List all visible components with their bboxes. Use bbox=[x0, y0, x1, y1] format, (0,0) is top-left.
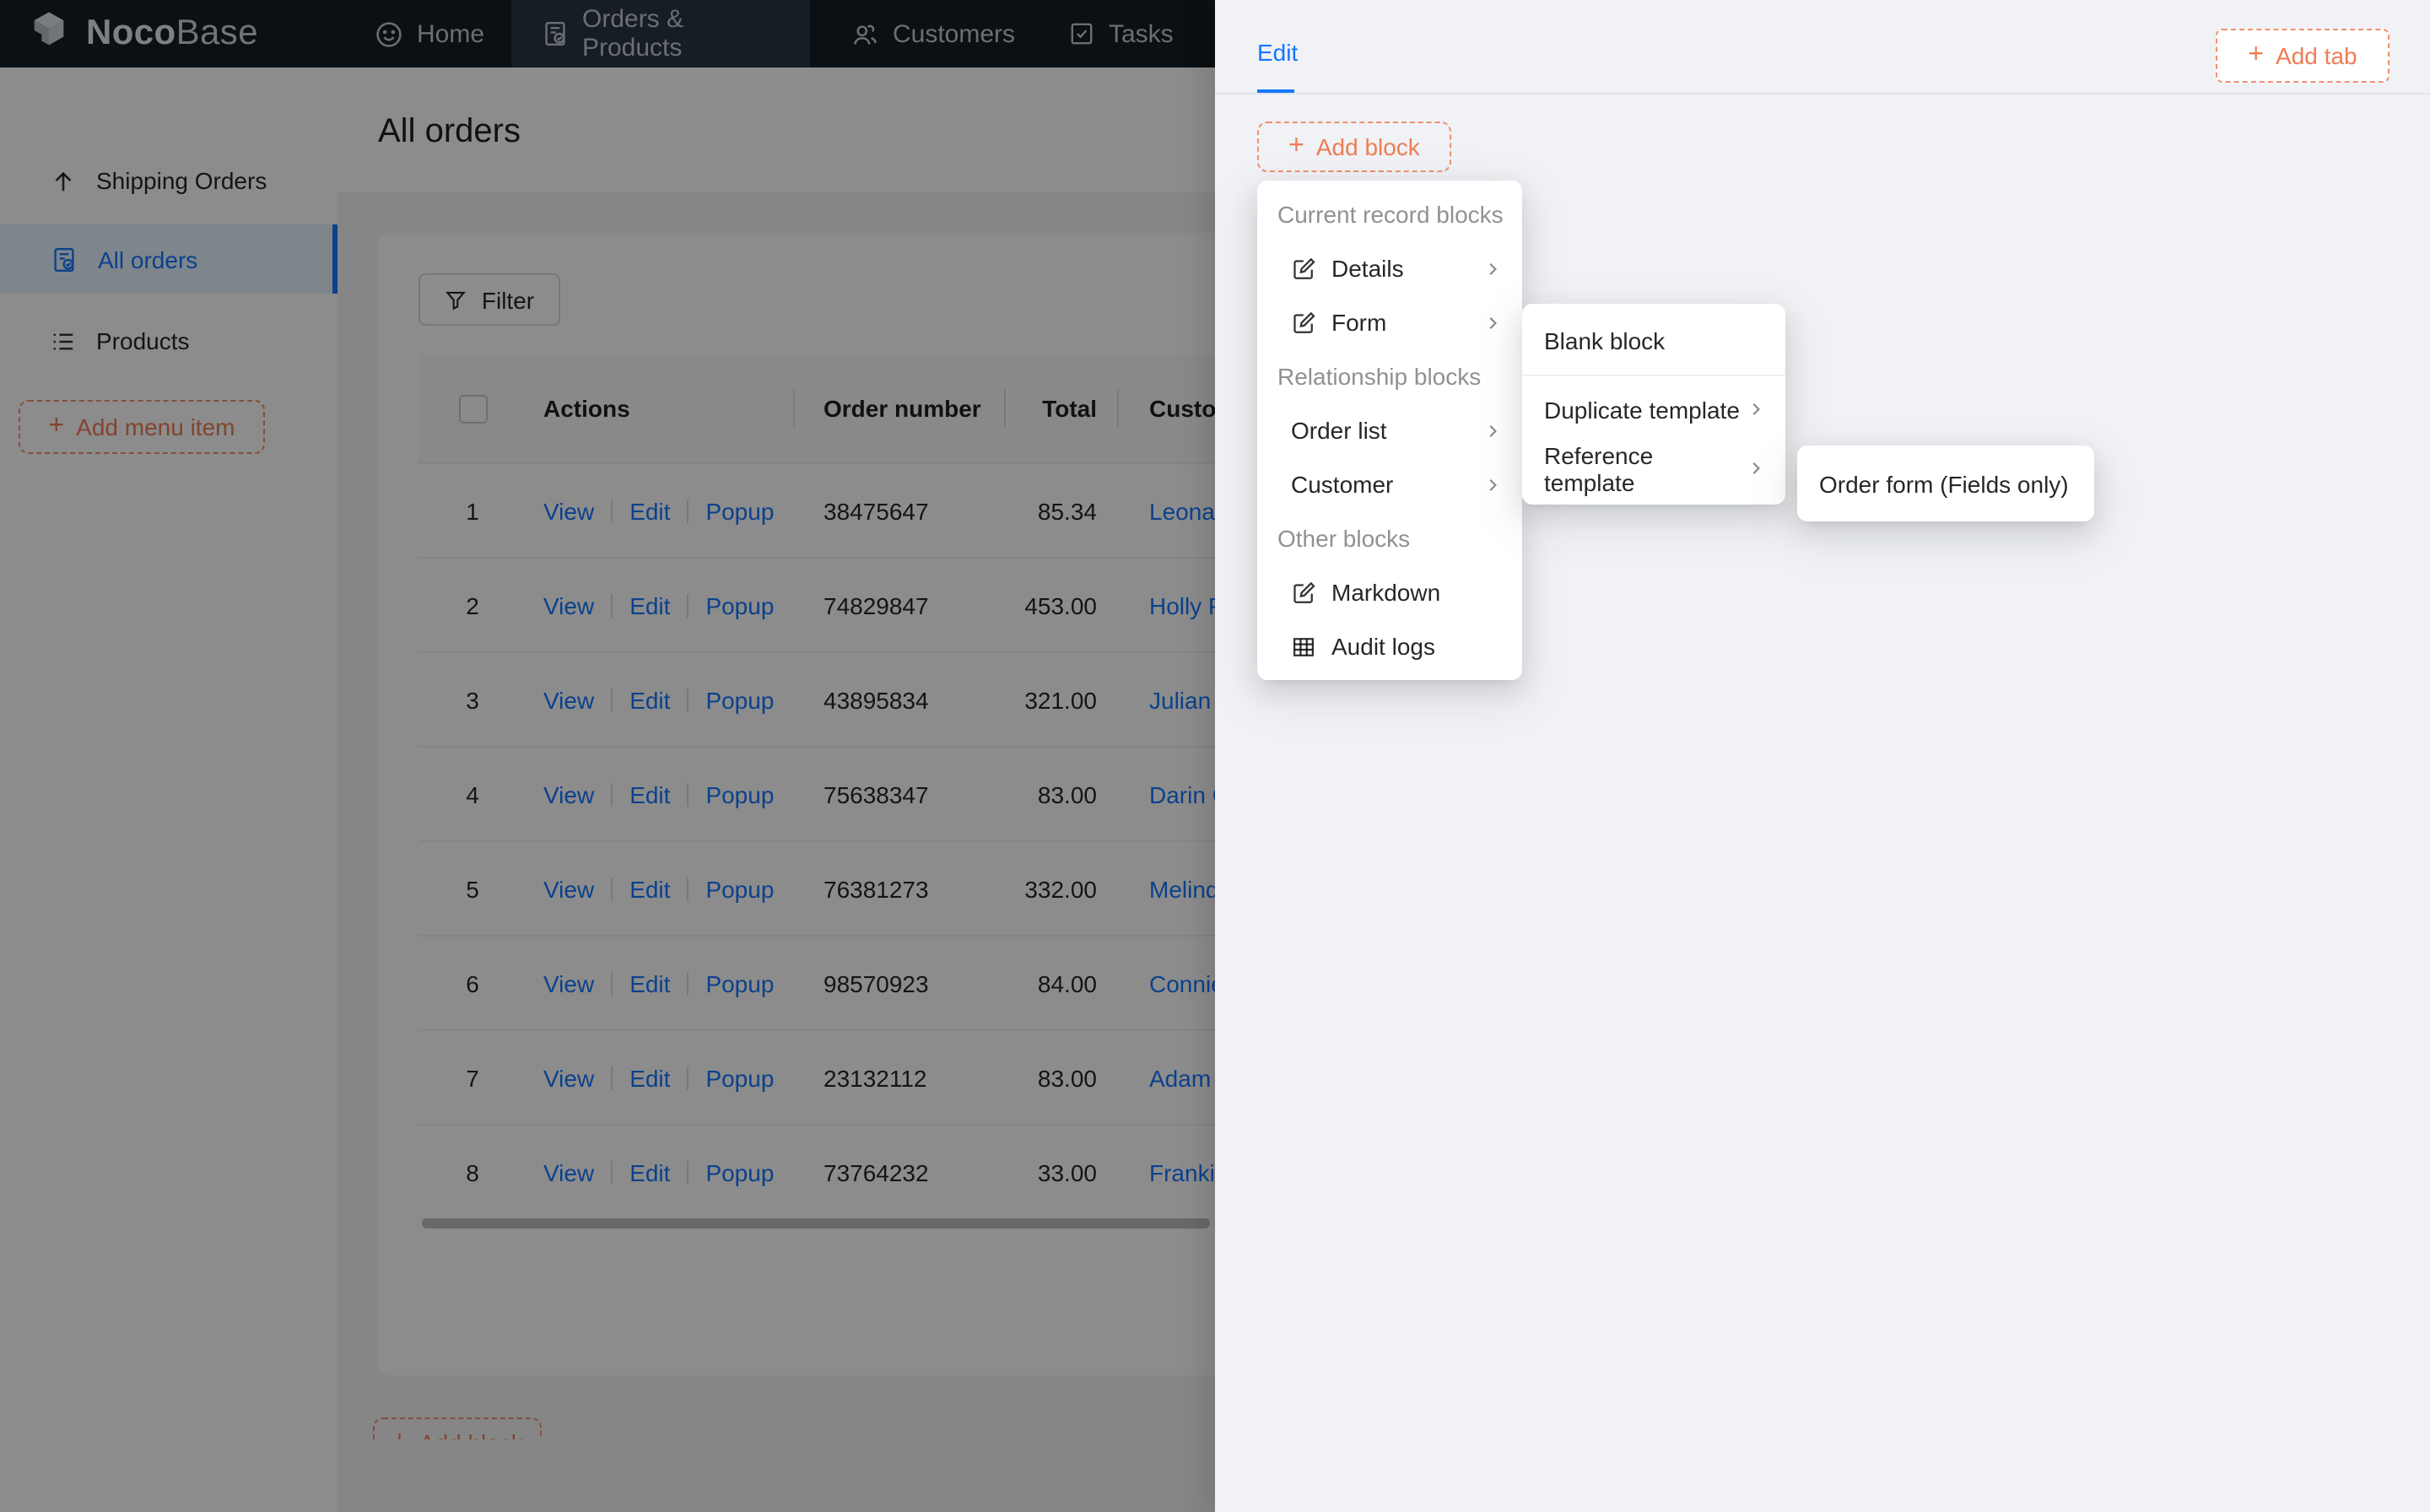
menu-item-label: Markdown bbox=[1331, 579, 1441, 606]
menu-item-label: Reference template bbox=[1544, 441, 1654, 495]
chevron-right-icon bbox=[1483, 259, 1502, 278]
menu-item-form[interactable]: Form bbox=[1257, 295, 1522, 349]
plus-icon: + bbox=[2248, 40, 2265, 69]
menu-group-label: Other blocks bbox=[1277, 525, 1411, 552]
edit-square-icon bbox=[1291, 256, 1316, 281]
menu-item-reference-template[interactable]: Reference template bbox=[1522, 439, 1785, 498]
add-block-label: Add block bbox=[1315, 133, 1420, 160]
plus-icon: + bbox=[1288, 132, 1304, 160]
menu-item-blank-block[interactable]: Blank block bbox=[1522, 310, 1785, 371]
menu-item-label: Order list bbox=[1291, 417, 1387, 444]
menu-item-label: Order form (Fields only) bbox=[1819, 470, 2069, 497]
menu-group-label: Current record blocks bbox=[1277, 201, 1504, 228]
tabs-divider bbox=[1215, 93, 2430, 94]
table-grid-icon bbox=[1291, 634, 1316, 659]
menu-item-label: Blank block bbox=[1544, 327, 1666, 354]
chevron-right-icon bbox=[1747, 459, 1765, 478]
menu-item-details[interactable]: Details bbox=[1257, 241, 1522, 295]
menu-group-label: Relationship blocks bbox=[1277, 363, 1482, 390]
add-tab-label: Add tab bbox=[2276, 42, 2357, 69]
menu-item-label: Audit logs bbox=[1331, 633, 1435, 660]
menu-item-duplicate-template[interactable]: Duplicate template bbox=[1522, 380, 1785, 439]
chevron-right-icon bbox=[1747, 400, 1765, 418]
menu-item-label: Form bbox=[1331, 309, 1387, 336]
edit-square-icon bbox=[1291, 580, 1316, 605]
add-tab-button[interactable]: + Add tab bbox=[2216, 29, 2390, 83]
menu-item-label: Duplicate template bbox=[1544, 396, 1740, 423]
menu-item-label: Details bbox=[1331, 255, 1404, 282]
chevron-right-icon bbox=[1483, 313, 1502, 332]
tab-edit[interactable]: Edit bbox=[1257, 39, 1298, 66]
reference-template-submenu: Order form (Fields only) bbox=[1797, 446, 2094, 521]
chevron-right-icon bbox=[1483, 475, 1502, 494]
app-root: NocoBase Home Orders & Products Customer… bbox=[0, 0, 2430, 1512]
menu-item-order-form-fields-only[interactable]: Order form (Fields only) bbox=[1797, 452, 2094, 515]
edit-square-icon bbox=[1291, 310, 1316, 335]
chevron-right-icon bbox=[1483, 421, 1502, 440]
form-submenu: Blank block Duplicate template Reference… bbox=[1522, 304, 1785, 505]
add-block-menu: Current record blocks Details Form Relat… bbox=[1257, 181, 1522, 680]
menu-item-order-list[interactable]: Order list bbox=[1257, 403, 1522, 457]
menu-item-label: Customer bbox=[1291, 471, 1394, 498]
add-block-button[interactable]: + Add block bbox=[1257, 122, 1451, 172]
menu-item-audit-logs[interactable]: Audit logs bbox=[1257, 619, 1522, 673]
menu-item-markdown[interactable]: Markdown bbox=[1257, 565, 1522, 619]
menu-item-customer[interactable]: Customer bbox=[1257, 457, 1522, 511]
menu-divider bbox=[1522, 375, 1785, 376]
